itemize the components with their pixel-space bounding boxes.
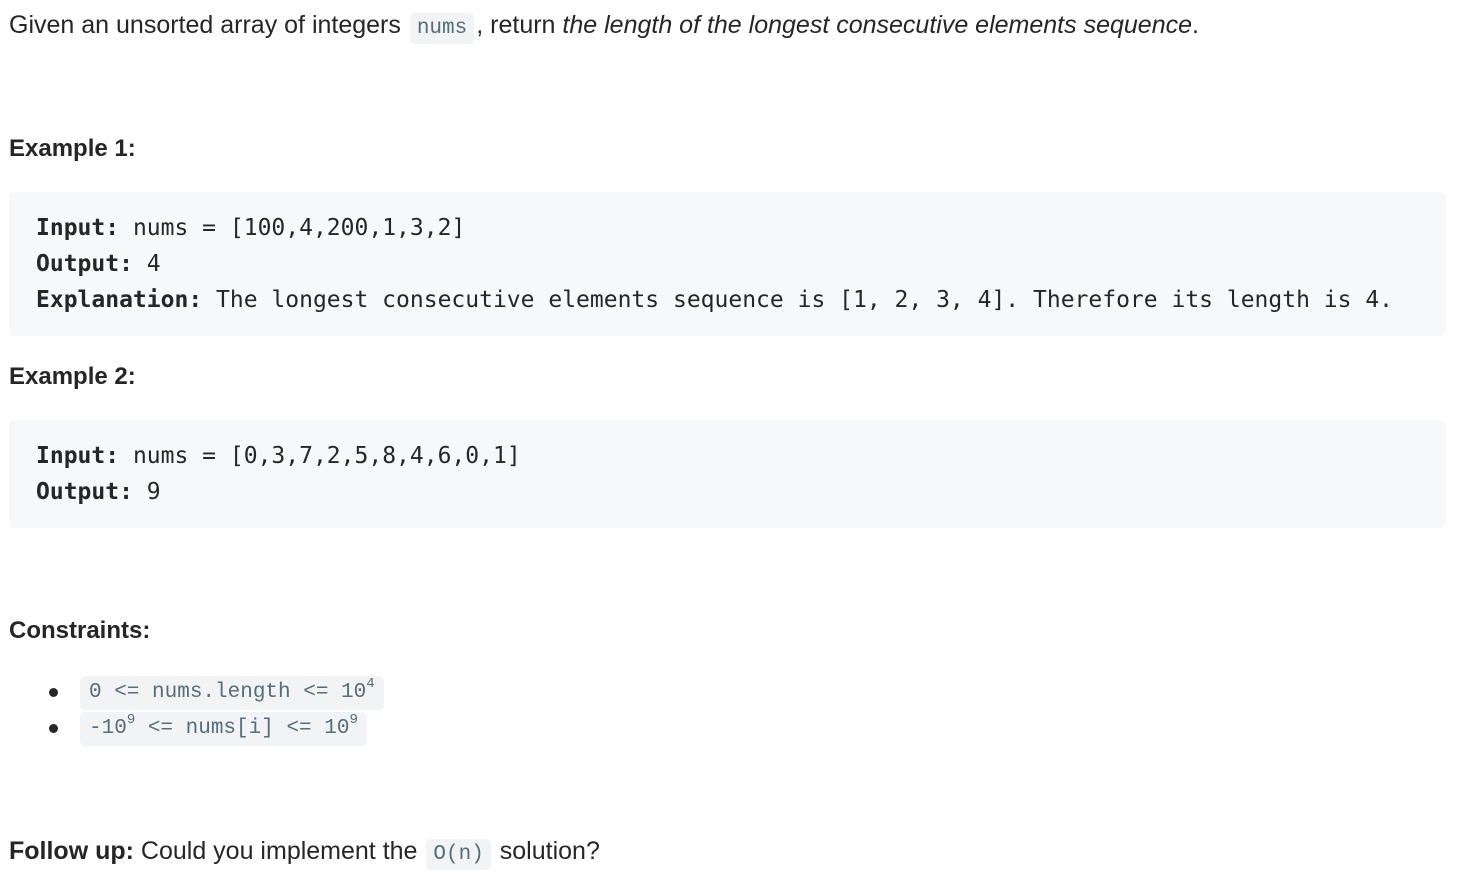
intro-middle: , return xyxy=(476,11,563,39)
input-value: nums = [0,3,7,2,5,8,4,6,0,1] xyxy=(119,443,521,469)
constraint-text: <= nums[i] <= 10 xyxy=(135,717,350,740)
constraint-exponent: 9 xyxy=(349,712,358,728)
nums-inline-code: nums xyxy=(409,13,475,44)
output-value: 9 xyxy=(132,479,161,505)
constraints-list: 0 <= nums.length <= 104 -109 <= nums[i] … xyxy=(9,676,609,748)
example-2-output-line: Output: 9 xyxy=(36,474,1446,510)
output-label: Output: xyxy=(36,251,133,277)
example-2-heading: Example 2: xyxy=(9,363,136,390)
constraint-exponent: 9 xyxy=(126,712,136,728)
complexity-inline-code: O(n) xyxy=(426,839,491,870)
example-1-block: Input: nums = [100,4,200,1,3,2] Output: … xyxy=(9,192,1446,336)
constraints-heading: Constraints: xyxy=(9,617,151,644)
explanation-value: The longest consecutive elements sequenc… xyxy=(202,287,1394,313)
input-label: Input: xyxy=(36,215,120,241)
output-label: Output: xyxy=(36,479,133,505)
follow-up-label: Follow up: xyxy=(9,837,134,865)
constraint-code: 0 <= nums.length <= 104 xyxy=(80,676,384,710)
bullet-icon xyxy=(49,724,58,733)
constraint-text: -10 xyxy=(89,717,127,740)
example-2-input-line: Input: nums = [0,3,7,2,5,8,4,6,0,1] xyxy=(36,438,1446,474)
intro-emphasis: the length of the longest consecutive el… xyxy=(562,11,1192,39)
example-1-input-line: Input: nums = [100,4,200,1,3,2] xyxy=(36,210,1446,246)
follow-up-text: Could you implement the xyxy=(133,837,425,865)
explanation-label: Explanation: xyxy=(36,287,203,313)
follow-up: Follow up: Could you implement the O(n) … xyxy=(9,834,600,872)
constraint-code: -109 <= nums[i] <= 109 xyxy=(80,712,367,746)
input-label: Input: xyxy=(36,443,120,469)
output-value: 4 xyxy=(132,251,161,277)
problem-statement: Given an unsorted array of integers nums… xyxy=(9,8,1199,46)
intro-prefix: Given an unsorted array of integers xyxy=(9,11,408,39)
constraint-text: 0 <= nums.length <= 10 xyxy=(89,681,367,704)
constraint-exponent: 4 xyxy=(366,676,375,692)
follow-up-text-end: solution? xyxy=(492,837,600,865)
example-1-output-line: Output: 4 xyxy=(36,246,1446,282)
intro-suffix: . xyxy=(1192,11,1199,39)
example-1-explanation-line: Explanation: The longest consecutive ele… xyxy=(36,282,1446,318)
list-item: -109 <= nums[i] <= 109 xyxy=(9,712,609,748)
input-value: nums = [100,4,200,1,3,2] xyxy=(119,215,466,241)
example-1-heading: Example 1: xyxy=(9,135,136,162)
bullet-icon xyxy=(49,688,58,697)
list-item: 0 <= nums.length <= 104 xyxy=(9,676,609,712)
example-2-block: Input: nums = [0,3,7,2,5,8,4,6,0,1] Outp… xyxy=(9,420,1446,528)
